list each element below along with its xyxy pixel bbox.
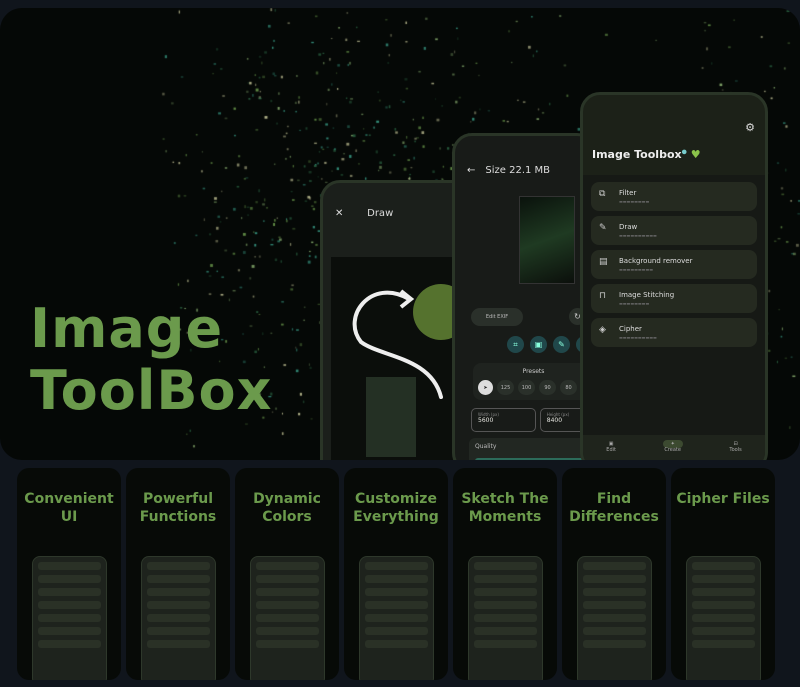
feature-phone-preview (686, 556, 761, 680)
filter-icon: ⧉ (599, 189, 606, 199)
screen-title: Size 22.1 MB (485, 164, 551, 176)
tool-item-background-remover[interactable]: ▤ Background remover ▬▬▬▬▬▬▬▬▬ (591, 250, 757, 279)
eraser-icon: ▤ (599, 257, 608, 267)
image-preview (519, 196, 575, 284)
app-title: Image Toolbox (592, 148, 682, 161)
preset-button[interactable]: 125 (497, 380, 514, 395)
magic-icon[interactable]: ✎ (553, 336, 570, 353)
title-line: Image (30, 297, 224, 360)
feature-phone-preview (468, 556, 543, 680)
crop-icon[interactable]: ⌗ (507, 336, 524, 353)
back-arrow-icon[interactable]: ← (467, 165, 475, 176)
tool-item-image-stitching[interactable]: ⊓ Image Stitching ▬▬▬▬▬▬▬▬ (591, 284, 757, 313)
feature-title: Customize Everything (353, 491, 439, 525)
feature-phone-preview (141, 556, 216, 680)
heart-icon: ♥ (690, 148, 701, 161)
preset-button[interactable]: 90 (539, 380, 556, 395)
quality-label: Quality (475, 443, 497, 450)
feature-card[interactable]: Customize Everything (344, 468, 448, 680)
nav-edit[interactable]: ▣ Edit (606, 441, 616, 460)
feature-phone-preview (359, 556, 434, 680)
stitch-icon: ⊓ (599, 291, 607, 301)
image-icon[interactable]: ▣ (530, 336, 547, 353)
feature-title: Convenient UI (24, 491, 114, 525)
hero-banner: Image ToolBox ✕ Draw ← Size 22.1 MB Edit … (0, 8, 800, 460)
preset-button[interactable]: 100 (518, 380, 535, 395)
phone-main-screen: ⚙ Image Toolbox● ♥ ⧉ Filter ▬▬▬▬▬▬▬▬ ✎ Draw… (580, 92, 768, 460)
preset-button[interactable]: 80 (560, 380, 577, 395)
width-field[interactable]: Width (px) 5600 (471, 408, 536, 432)
shield-icon: ◈ (599, 325, 606, 335)
feature-card[interactable]: Convenient UI (17, 468, 121, 680)
feature-card[interactable]: Cipher Files (671, 468, 775, 680)
feature-title: Find Differences (569, 491, 659, 525)
nav-create[interactable]: ✦ Create (662, 440, 683, 460)
edit-exif-button[interactable]: Edit EXIF (471, 308, 523, 326)
feature-title: Dynamic Colors (253, 491, 321, 525)
nav-tools[interactable]: ⊟ Tools (729, 441, 741, 460)
close-icon[interactable]: ✕ (335, 208, 343, 219)
tool-item-draw[interactable]: ✎ Draw ▬▬▬▬▬▬▬▬▬▬ (591, 216, 757, 245)
feature-title: Powerful Functions (139, 491, 217, 525)
hero-title: Image ToolBox (30, 298, 272, 422)
phone-resize-screen: ← Size 22.1 MB Edit EXIF ↻ ⌗▣✎▥ Presets … (452, 133, 597, 460)
quality-slider[interactable] (475, 458, 588, 460)
settings-gear-icon[interactable]: ⚙ (583, 95, 765, 134)
feature-title: Sketch The Moments (461, 491, 549, 525)
feature-title: Cipher Files (676, 491, 770, 507)
feature-card[interactable]: Sketch The Moments (453, 468, 557, 680)
feature-card[interactable]: Powerful Functions (126, 468, 230, 680)
feature-phone-preview (32, 556, 107, 680)
feature-card[interactable]: Dynamic Colors (235, 468, 339, 680)
drawing-canvas[interactable] (331, 257, 469, 460)
feature-phone-preview (577, 556, 652, 680)
telegram-preset-icon[interactable]: ➤ (478, 380, 493, 395)
tool-item-cipher[interactable]: ◈ Cipher ▬▬▬▬▬▬▬▬▬▬ (591, 318, 757, 347)
title-line: ToolBox (30, 359, 273, 422)
presets-label: Presets (522, 368, 545, 375)
feature-card[interactable]: Find Differences (562, 468, 666, 680)
feature-phone-preview (250, 556, 325, 680)
screen-title: Draw (367, 207, 394, 219)
tool-item-filter[interactable]: ⧉ Filter ▬▬▬▬▬▬▬▬ (591, 182, 757, 211)
draw-icon: ✎ (599, 223, 607, 233)
